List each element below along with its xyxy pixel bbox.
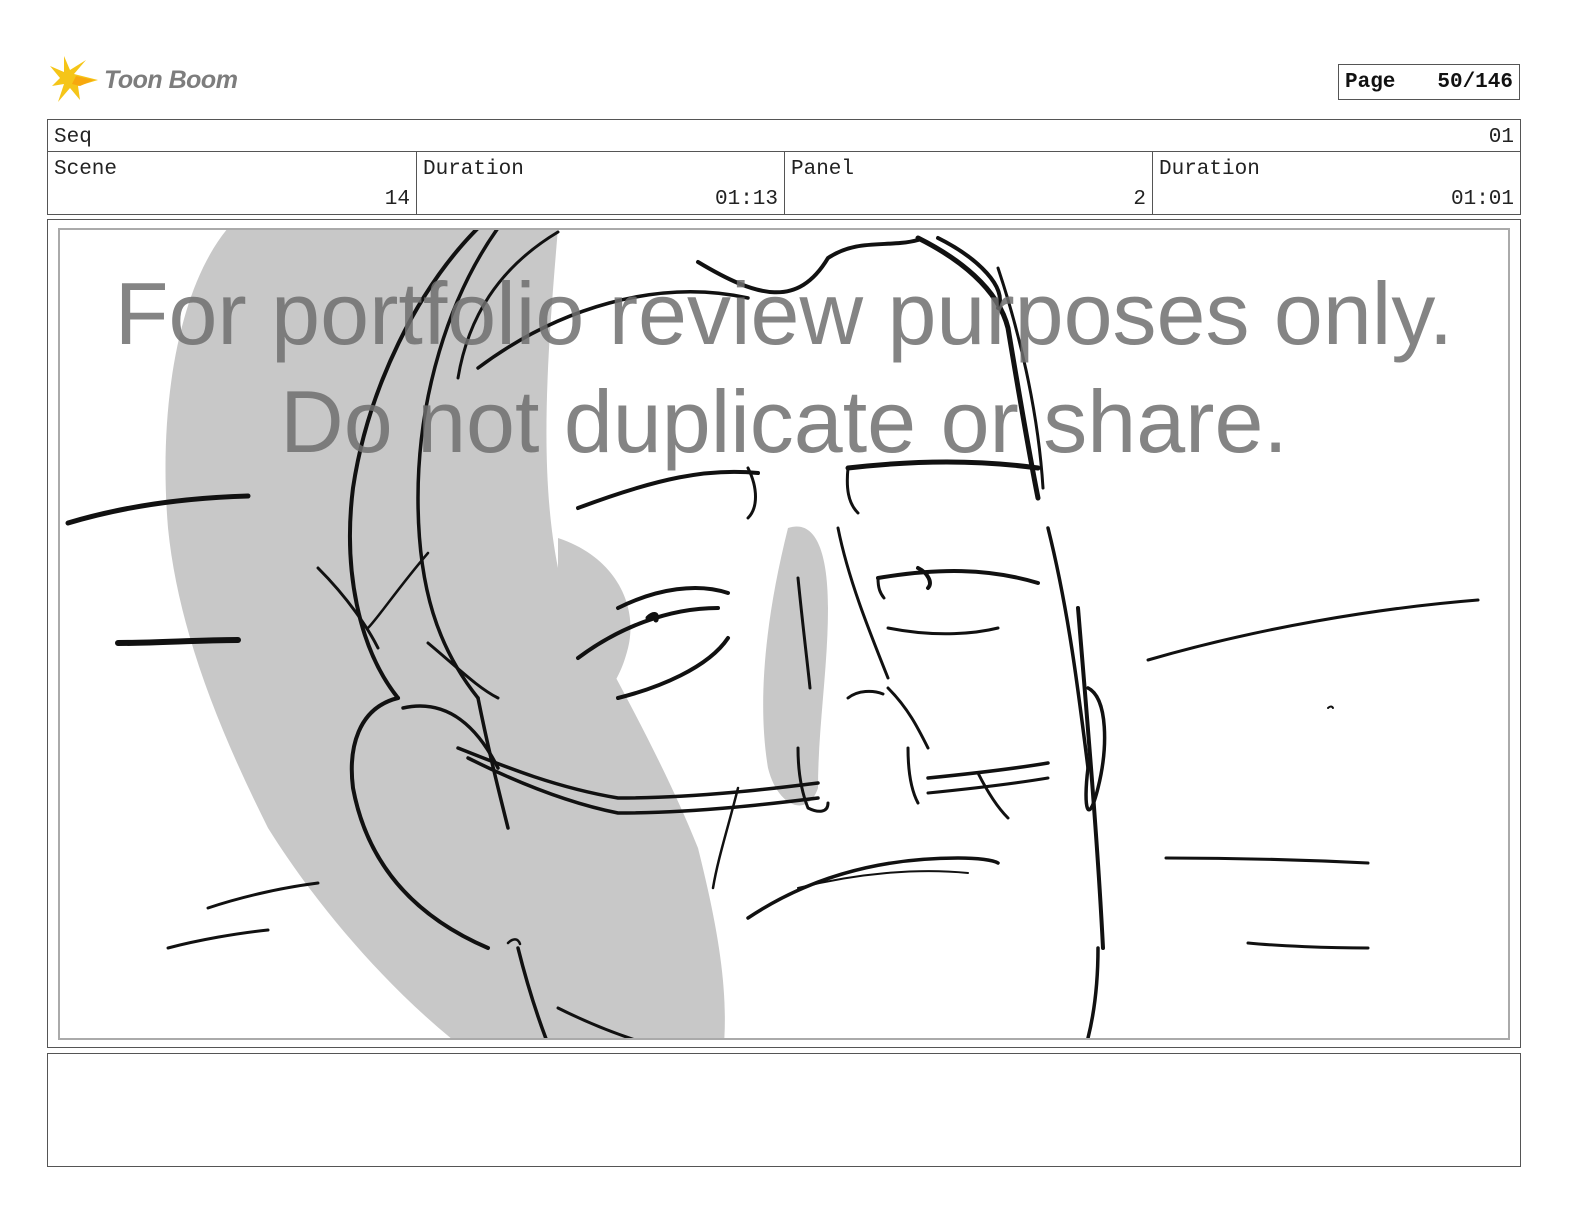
panel-label: Panel: [791, 158, 855, 181]
seq-value: 01: [1488, 126, 1514, 149]
panel-notes-area: [47, 1053, 1521, 1167]
scene-cell: Scene 14: [48, 152, 416, 214]
scene-label: Scene: [54, 158, 118, 181]
panel-cell: Panel 2: [784, 152, 1152, 214]
toon-boom-logo: Toon Boom: [50, 56, 270, 106]
logo-text: Toon Boom: [104, 66, 238, 94]
panel-duration-cell: Duration 01:01: [1152, 152, 1520, 214]
storyboard-panel: For portfolio review purposes only. Do n…: [47, 219, 1521, 1048]
shadow-shape: [763, 526, 828, 806]
seq-label: Seq: [54, 126, 92, 149]
panel-duration-label: Duration: [1159, 158, 1260, 181]
scene-duration-cell: Duration 01:13: [416, 152, 784, 214]
storyboard-info-table: Seq 01 Scene 14 Duration 01:13 Panel 2 D…: [47, 119, 1521, 215]
panel-image-frame: For portfolio review purposes only. Do n…: [58, 228, 1510, 1040]
shadow-shape: [165, 230, 725, 1038]
scene-duration-label: Duration: [423, 158, 524, 181]
panel-value: 2: [1133, 188, 1146, 211]
sketch-drawing: [65, 230, 1480, 1038]
page-number: 50/146: [1437, 70, 1513, 94]
scene-panel-row: Scene 14 Duration 01:13 Panel 2 Duration…: [48, 152, 1520, 214]
page-indicator: Page 50/146: [1338, 64, 1520, 100]
scene-value: 14: [384, 188, 410, 211]
scene-duration-value: 01:13: [714, 188, 778, 211]
flame-star-icon: [50, 56, 98, 102]
panel-duration-value: 01:01: [1450, 188, 1514, 211]
seq-row: Seq 01: [48, 120, 1520, 152]
page-label: Page: [1345, 70, 1396, 94]
